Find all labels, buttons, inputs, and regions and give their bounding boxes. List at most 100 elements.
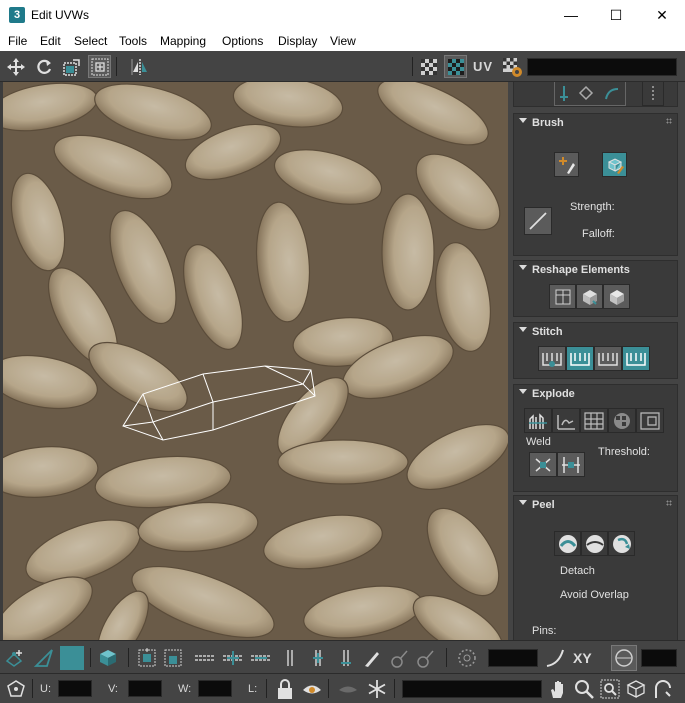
stitch-average-icon[interactable] <box>594 346 622 371</box>
vertical-tool-icon[interactable] <box>642 82 664 106</box>
collapse-arrow-icon[interactable] <box>519 389 527 394</box>
hide-eye-icon[interactable] <box>300 677 324 701</box>
texture-map-icon[interactable] <box>444 55 467 78</box>
edge-distance-value[interactable] <box>641 649 677 667</box>
stitch-custom-icon[interactable] <box>538 346 566 371</box>
peel-mode-icon[interactable] <box>581 531 608 556</box>
close-button[interactable]: ✕ <box>639 0 685 31</box>
detach-label[interactable]: Detach <box>560 565 595 577</box>
reset-peel-icon[interactable] <box>608 531 635 556</box>
zoom-extents-icon[interactable] <box>624 677 648 701</box>
collapse-arrow-icon[interactable] <box>519 118 527 123</box>
paint-relax-icon[interactable] <box>602 152 627 177</box>
collapse-arrow-icon[interactable] <box>519 327 527 332</box>
top-toolbar: UV <box>0 51 685 82</box>
mirror-icon[interactable] <box>128 55 151 78</box>
zoom-icon[interactable] <box>572 677 596 701</box>
soft-selection-icon[interactable] <box>455 646 479 670</box>
select-modes-icon[interactable] <box>554 82 626 106</box>
brush-title[interactable]: Brush <box>532 117 564 129</box>
loop-grow-icon[interactable] <box>220 646 246 670</box>
weld-all-icon[interactable] <box>557 452 585 477</box>
shrink-selection-icon[interactable] <box>161 646 185 670</box>
selection-filter-dropdown[interactable] <box>402 680 542 698</box>
soft-selection-value[interactable] <box>488 649 538 667</box>
grow-selection-icon[interactable] <box>135 646 159 670</box>
arrange-cube-icon[interactable] <box>603 284 630 309</box>
v-label: V: <box>108 683 118 695</box>
threshold-label: Threshold: <box>598 446 650 458</box>
uv-axis-label[interactable]: UV <box>473 59 493 74</box>
texture-dropdown[interactable] <box>527 58 677 76</box>
paint-select-icon[interactable] <box>360 646 384 670</box>
minimize-button[interactable]: — <box>548 0 594 31</box>
collapse-arrow-icon[interactable] <box>519 265 527 270</box>
edge-distance-icon[interactable] <box>611 645 637 671</box>
loop-shrink-icon[interactable] <box>248 646 274 670</box>
flatten-icon[interactable] <box>608 408 636 433</box>
peel-title[interactable]: Peel <box>532 499 555 511</box>
w-label: W: <box>178 683 192 695</box>
stitch-to-target-icon[interactable] <box>566 346 594 371</box>
paint-select-grow-icon[interactable] <box>388 646 412 670</box>
stitch-title[interactable]: Stitch <box>532 326 563 338</box>
uv-wireframe[interactable] <box>3 82 508 640</box>
freeze-snowflake-icon[interactable] <box>365 677 389 701</box>
falloff-curve-icon[interactable] <box>543 646 567 670</box>
falloff-space-label[interactable]: XY <box>573 650 592 666</box>
quick-peel-icon[interactable] <box>554 531 581 556</box>
bottom-toolbar-selection: XY <box>0 640 685 673</box>
weld-selected-icon[interactable] <box>529 452 557 477</box>
menu-edit[interactable]: Edit <box>40 34 61 48</box>
grip-icon[interactable] <box>666 500 672 506</box>
scale-icon[interactable] <box>60 55 83 78</box>
freeform-mode-icon[interactable] <box>88 55 111 78</box>
menu-view[interactable]: View <box>330 34 356 48</box>
avoid-overlap-label[interactable]: Avoid Overlap <box>560 589 629 601</box>
collapse-arrow-icon[interactable] <box>519 500 527 505</box>
brush-falloff-icon[interactable] <box>524 207 552 235</box>
relax-cube-icon[interactable] <box>576 284 603 309</box>
straighten-icon[interactable] <box>549 284 576 309</box>
paint-move-icon[interactable] <box>554 152 579 177</box>
menu-options[interactable]: Options <box>222 34 263 48</box>
uv-editor-viewport[interactable] <box>3 82 508 640</box>
snap-icon[interactable] <box>651 677 675 701</box>
w-coordinate-field[interactable] <box>198 680 232 697</box>
menu-mapping[interactable]: Mapping <box>160 34 206 48</box>
stitch-to-source-icon[interactable] <box>622 346 650 371</box>
menu-tools[interactable]: Tools <box>119 34 147 48</box>
checker-map-icon[interactable] <box>417 55 440 78</box>
tile-icon[interactable] <box>636 408 664 433</box>
select-element-icon[interactable] <box>96 646 120 670</box>
select-edge-icon[interactable] <box>32 646 56 670</box>
explode-title[interactable]: Explode <box>532 388 575 400</box>
pan-hand-icon[interactable] <box>546 677 570 701</box>
explode-grid-icon[interactable] <box>580 408 608 433</box>
zoom-region-icon[interactable] <box>598 677 622 701</box>
maximize-button[interactable]: ☐ <box>593 0 639 31</box>
menu-display[interactable]: Display <box>278 34 317 48</box>
lock-icon[interactable] <box>273 677 297 701</box>
menu-select[interactable]: Select <box>74 34 107 48</box>
show-eye-icon[interactable] <box>336 677 360 701</box>
loop-selection-icon[interactable] <box>192 646 218 670</box>
ring-shrink-icon[interactable] <box>334 646 358 670</box>
absolute-mode-icon[interactable] <box>4 677 28 701</box>
u-coordinate-field[interactable] <box>58 680 92 697</box>
break-icon[interactable] <box>524 408 552 433</box>
uv-settings-icon[interactable] <box>500 55 523 78</box>
ring-grow-icon[interactable] <box>306 646 330 670</box>
paint-select-shrink-icon[interactable] <box>414 646 438 670</box>
v-coordinate-field[interactable] <box>128 680 162 697</box>
split-icon[interactable] <box>552 408 580 433</box>
weld-label: Weld <box>526 436 551 448</box>
rotate-icon[interactable] <box>32 55 55 78</box>
select-vertex-icon[interactable] <box>3 646 27 670</box>
select-face-icon[interactable] <box>60 646 84 670</box>
reshape-elements-title[interactable]: Reshape Elements <box>532 264 630 276</box>
move-icon[interactable] <box>4 55 27 78</box>
grip-icon[interactable] <box>666 118 672 124</box>
menu-file[interactable]: File <box>8 34 27 48</box>
ring-selection-icon[interactable] <box>278 646 302 670</box>
